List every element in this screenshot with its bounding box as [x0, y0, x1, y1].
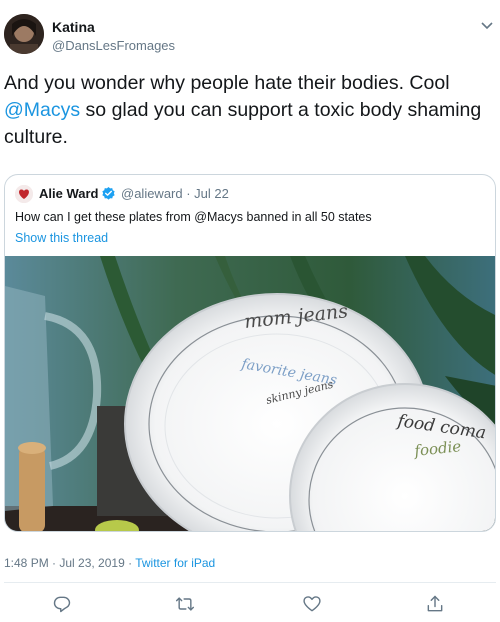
quoted-tweet-text: How can I get these plates from @Macys b… — [15, 210, 372, 224]
author-name[interactable]: Katina — [52, 19, 95, 35]
tweet-meta: 1:48 PM · Jul 23, 2019 · Twitter for iPa… — [4, 556, 215, 570]
quoted-author-avatar — [15, 185, 33, 203]
chevron-down-icon[interactable] — [480, 18, 494, 30]
verified-badge-icon — [101, 186, 116, 201]
like-button[interactable] — [302, 594, 326, 618]
retweet-button[interactable] — [175, 594, 199, 618]
share-button[interactable] — [425, 594, 449, 618]
quoted-author-handle: @alieward · Jul 22 — [121, 186, 229, 201]
show-thread-link[interactable]: Show this thread — [15, 231, 108, 245]
quoted-author-name: Alie Ward — [39, 186, 99, 201]
tweet: Katina @DansLesFromages And you wonder w… — [0, 0, 500, 622]
tweet-source[interactable]: Twitter for iPad — [135, 556, 215, 570]
share-icon — [427, 595, 443, 612]
tweet-text: And you wonder why people hate their bod… — [4, 70, 492, 151]
author-handle[interactable]: @DansLesFromages — [52, 38, 175, 53]
action-bar — [0, 594, 500, 618]
reply-button[interactable] — [52, 594, 76, 618]
reply-icon — [53, 596, 71, 613]
author-avatar[interactable] — [4, 14, 44, 54]
tweet-text-before: And you wonder why people hate their bod… — [4, 72, 450, 94]
quoted-tweet[interactable]: Alie Ward @alieward · Jul 22 How can I g… — [4, 174, 496, 532]
heart-icon — [303, 596, 321, 612]
mention-link[interactable]: @Macys — [4, 99, 80, 121]
quoted-tweet-image[interactable]: mom jeans favorite jeans skinny jeans fo… — [5, 256, 495, 531]
divider — [4, 582, 496, 583]
tweet-timestamp[interactable]: 1:48 PM · Jul 23, 2019 · — [4, 556, 135, 570]
retweet-icon — [175, 597, 195, 611]
